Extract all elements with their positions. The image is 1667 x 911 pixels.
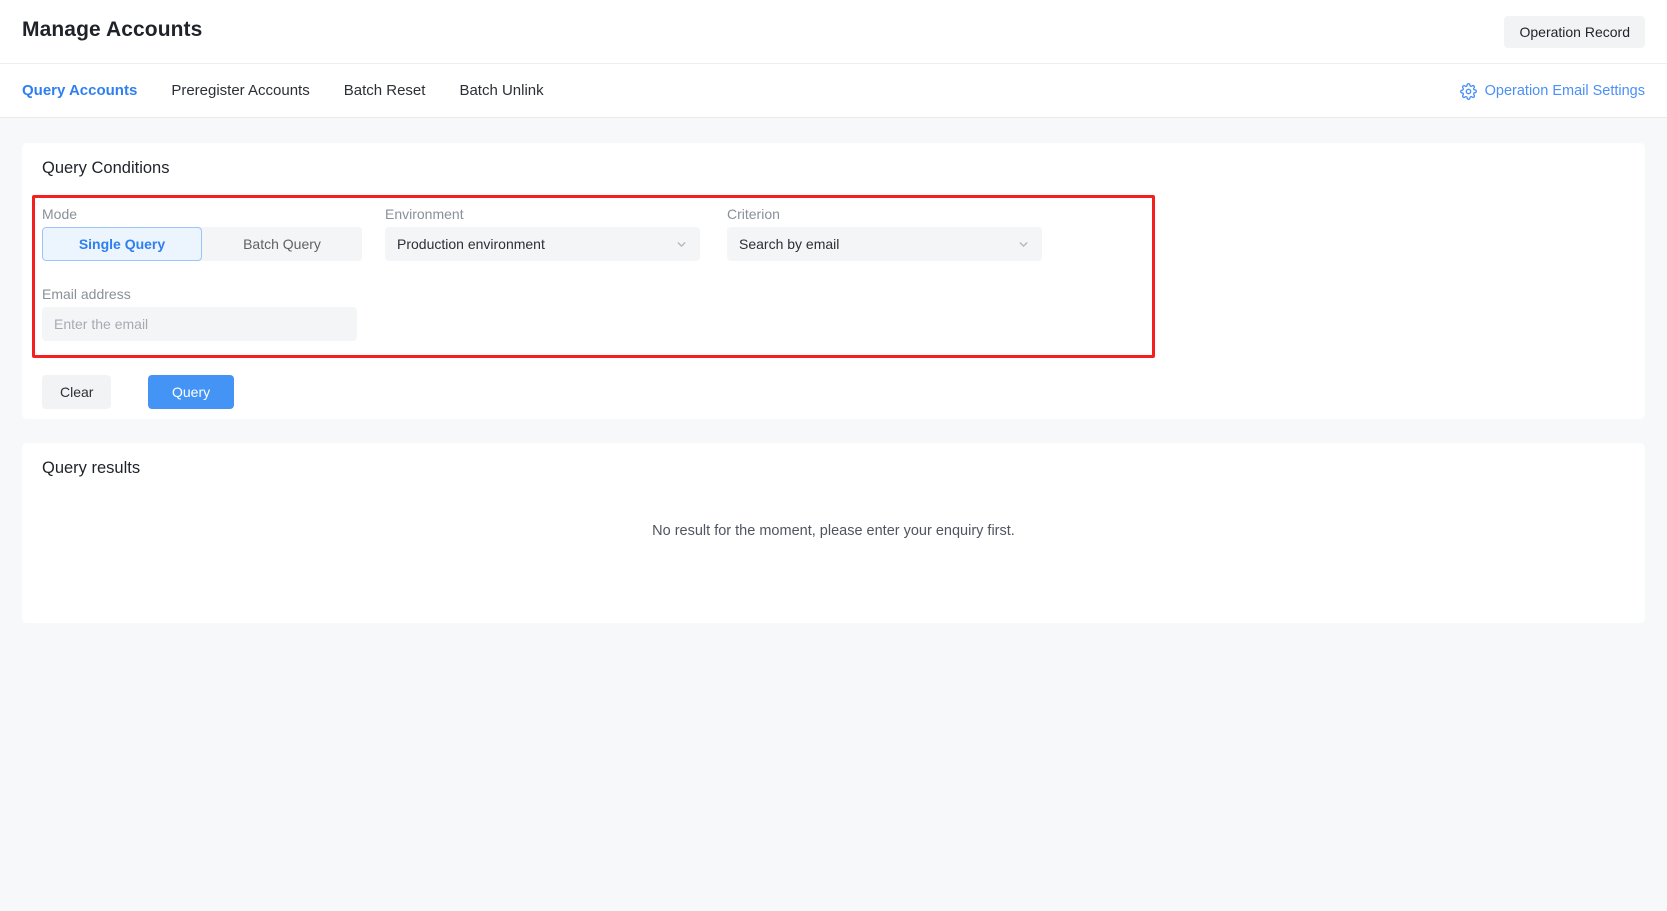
query-conditions-title: Query Conditions [42,159,169,178]
email-address-input[interactable] [42,307,357,341]
clear-button[interactable]: Clear [42,375,111,409]
query-results-title: Query results [42,459,140,478]
mode-segmented-control: Single Query Batch Query [42,227,362,261]
tab-bar: Query Accounts Preregister Accounts Batc… [0,64,1667,118]
criterion-select-value: Search by email [739,236,1009,252]
chevron-down-icon [675,238,688,251]
operation-email-settings-link[interactable]: Operation Email Settings [1460,64,1645,118]
operation-email-settings-label: Operation Email Settings [1485,83,1645,99]
mode-option-batch-query[interactable]: Batch Query [202,227,362,261]
query-conditions-card: Query Conditions Mode Single Query Batch… [22,143,1645,419]
mode-option-single-query[interactable]: Single Query [42,227,202,261]
operation-record-button[interactable]: Operation Record [1504,16,1645,48]
environment-select[interactable]: Production environment [385,227,700,261]
query-button[interactable]: Query [148,375,234,409]
mode-label: Mode [42,206,77,222]
chevron-down-icon [1017,238,1030,251]
tab-batch-reset[interactable]: Batch Reset [344,64,426,118]
environment-label: Environment [385,206,464,222]
query-results-card: Query results No result for the moment, … [22,443,1645,623]
tab-batch-unlink[interactable]: Batch Unlink [459,64,543,118]
tab-query-accounts[interactable]: Query Accounts [22,64,137,118]
tab-list: Query Accounts Preregister Accounts Batc… [22,64,544,118]
criterion-select[interactable]: Search by email [727,227,1042,261]
page-title: Manage Accounts [22,18,202,42]
manage-accounts-page: Manage Accounts Operation Record Query A… [0,0,1667,911]
empty-state-message: No result for the moment, please enter y… [22,523,1645,539]
environment-select-value: Production environment [397,236,667,252]
gear-icon [1460,83,1477,100]
tab-preregister-accounts[interactable]: Preregister Accounts [171,64,309,118]
title-bar: Manage Accounts Operation Record [0,0,1667,64]
email-address-label: Email address [42,286,131,302]
criterion-label: Criterion [727,206,780,222]
